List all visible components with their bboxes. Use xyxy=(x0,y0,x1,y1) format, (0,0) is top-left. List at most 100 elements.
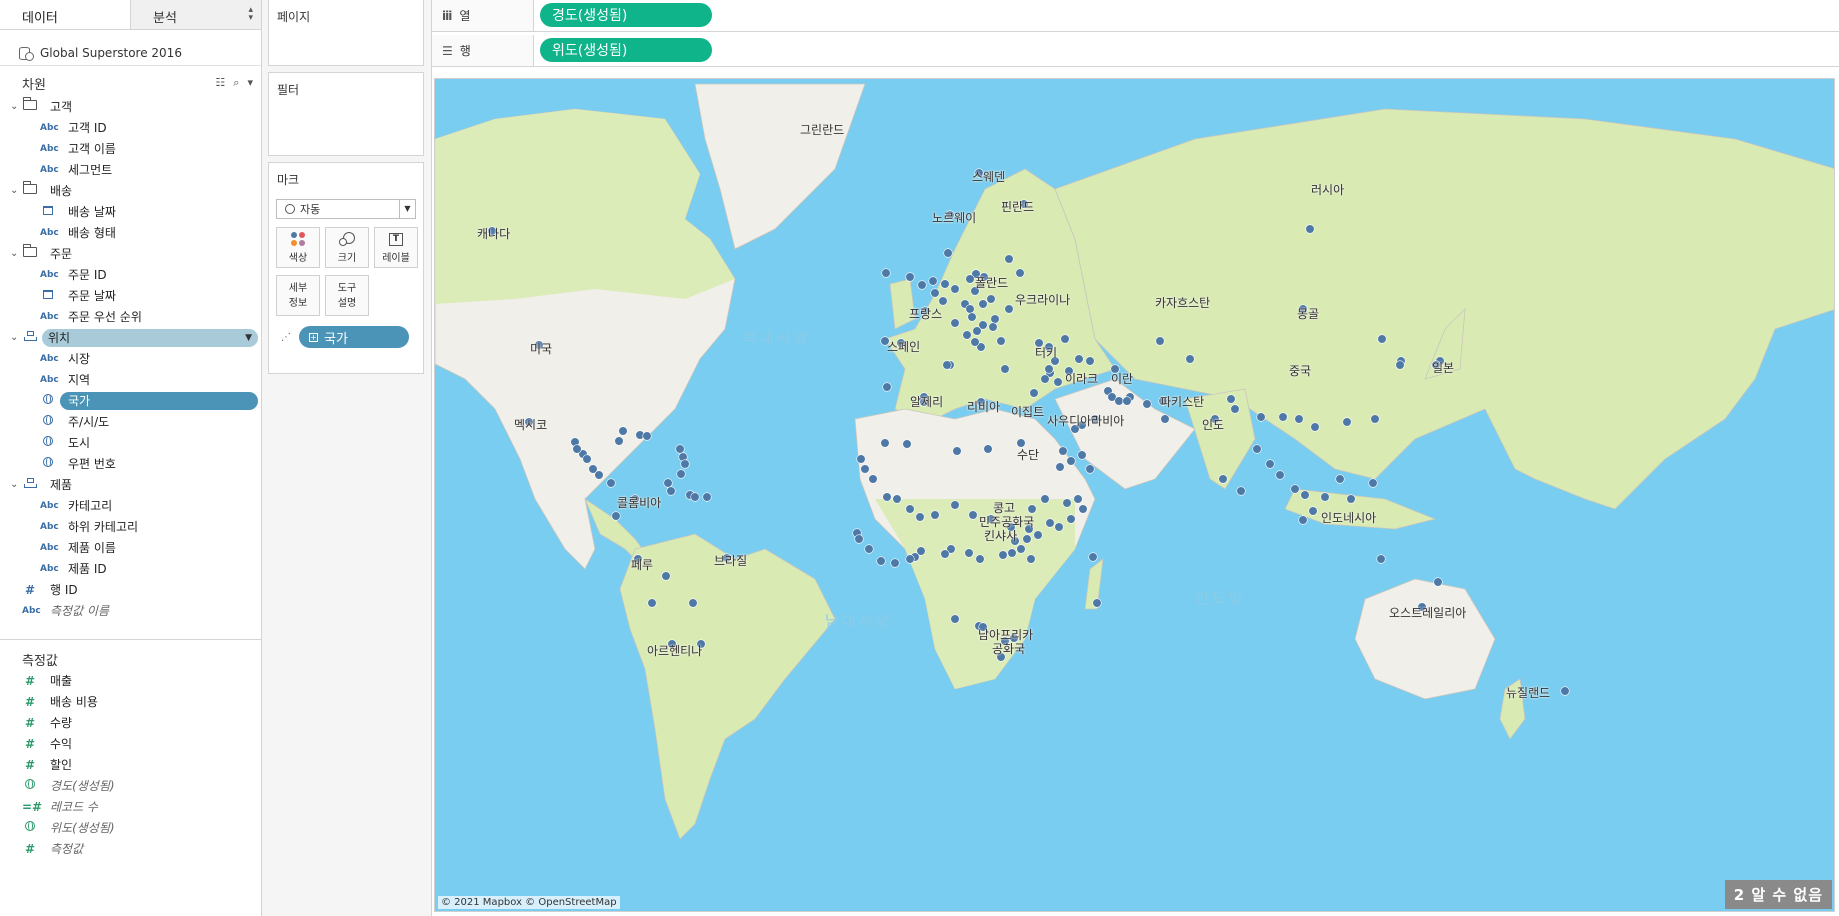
country-mark[interactable] xyxy=(572,444,582,454)
country-mark[interactable] xyxy=(1185,354,1195,364)
country-mark[interactable] xyxy=(1066,514,1076,524)
country-mark[interactable] xyxy=(915,512,925,522)
dimension-field[interactable]: 주문 날짜 xyxy=(0,285,261,306)
country-mark[interactable] xyxy=(938,296,948,306)
country-mark[interactable] xyxy=(1004,304,1014,314)
country-mark[interactable] xyxy=(1092,598,1102,608)
chevron-down-icon[interactable]: ⌄ xyxy=(10,185,20,196)
country-mark[interactable] xyxy=(1026,554,1036,564)
country-mark[interactable] xyxy=(950,284,960,294)
map-view[interactable]: 그린란드 캐나다 미국 멕시코 콜롬비아 페루 브라질 아르헨티나 스웨덴 노르… xyxy=(434,78,1835,912)
country-mark[interactable] xyxy=(905,554,915,564)
country-mark[interactable] xyxy=(582,454,592,464)
country-mark[interactable] xyxy=(1022,534,1032,544)
longitude-pill[interactable]: 경도(생성됨) xyxy=(540,3,712,27)
country-mark[interactable] xyxy=(952,446,962,456)
country-mark[interactable] xyxy=(690,492,700,502)
measure-field[interactable]: 위도(생성됨) xyxy=(0,817,261,838)
country-mark[interactable] xyxy=(970,337,980,347)
country-mark[interactable] xyxy=(930,288,940,298)
dimension-field[interactable]: Abc 하위 카테고리 xyxy=(0,516,261,537)
country-mark[interactable] xyxy=(880,438,890,448)
dimension-folder[interactable]: ⌄ 배송 xyxy=(0,180,261,201)
country-mark[interactable] xyxy=(1045,518,1055,528)
country-mark[interactable] xyxy=(614,436,624,446)
country-mark[interactable] xyxy=(1058,446,1068,456)
country-mark[interactable] xyxy=(1305,224,1315,234)
country-mark[interactable] xyxy=(688,598,698,608)
dimension-field-selected[interactable]: 국가 xyxy=(0,390,261,411)
country-mark[interactable] xyxy=(868,474,878,484)
country-mark[interactable] xyxy=(1085,464,1095,474)
country-mark[interactable] xyxy=(1053,377,1063,387)
pages-card[interactable]: 페이지 xyxy=(268,0,424,66)
dimension-field[interactable]: Abc 시장 xyxy=(0,348,261,369)
country-mark[interactable] xyxy=(962,330,972,340)
country-mark[interactable] xyxy=(1256,412,1266,422)
dimension-field[interactable]: Abc 카테고리 xyxy=(0,495,261,516)
country-mark[interactable] xyxy=(996,336,1006,346)
country-mark[interactable] xyxy=(882,382,892,392)
tab-analysis[interactable]: 분석 ▴ ▾ xyxy=(130,0,261,29)
country-mark[interactable] xyxy=(1290,484,1300,494)
country-mark[interactable] xyxy=(676,469,686,479)
country-mark[interactable] xyxy=(1377,334,1387,344)
country-mark[interactable] xyxy=(1335,474,1345,484)
country-mark[interactable] xyxy=(647,598,657,608)
country-mark[interactable] xyxy=(1016,544,1026,554)
country-mark[interactable] xyxy=(917,280,927,290)
country-mark[interactable] xyxy=(1114,396,1124,406)
country-mark[interactable] xyxy=(942,360,952,370)
color-button[interactable]: 색상 xyxy=(276,227,320,268)
country-mark[interactable] xyxy=(1027,504,1037,514)
country-mark[interactable] xyxy=(663,478,673,488)
country-mark[interactable] xyxy=(642,431,652,441)
country-mark[interactable] xyxy=(1122,396,1132,406)
tooltip-button[interactable]: 도구 설명 xyxy=(325,275,369,316)
country-mark[interactable] xyxy=(882,492,892,502)
country-mark[interactable] xyxy=(680,459,690,469)
dimension-field[interactable]: Abc 제품 ID xyxy=(0,558,261,579)
country-mark[interactable] xyxy=(1040,374,1050,384)
country-mark[interactable] xyxy=(675,444,685,454)
country-mark[interactable] xyxy=(611,511,621,521)
country-mark[interactable] xyxy=(661,571,671,581)
country-mark[interactable] xyxy=(606,478,616,488)
country-mark[interactable] xyxy=(990,314,1000,324)
country-mark[interactable] xyxy=(1029,388,1039,398)
country-detail-pill[interactable]: + 국가 xyxy=(299,326,409,348)
country-mark[interactable] xyxy=(978,299,988,309)
search-icon[interactable]: ⌕ xyxy=(233,76,239,90)
tab-data[interactable]: 데이터 xyxy=(0,0,130,29)
country-mark[interactable] xyxy=(928,276,938,286)
country-mark[interactable] xyxy=(1066,456,1076,466)
country-mark[interactable] xyxy=(881,268,891,278)
country-mark[interactable] xyxy=(940,279,950,289)
country-mark[interactable] xyxy=(1073,494,1083,504)
measure-field[interactable]: # 할인 xyxy=(0,754,261,775)
dimension-field[interactable]: Abc 고객 ID xyxy=(0,117,261,138)
country-mark[interactable] xyxy=(890,558,900,568)
country-mark[interactable] xyxy=(1015,268,1025,278)
chevron-down-icon[interactable]: ⌄ xyxy=(10,479,20,490)
country-mark[interactable] xyxy=(940,549,950,559)
country-mark[interactable] xyxy=(1054,522,1064,532)
country-mark[interactable] xyxy=(1265,459,1275,469)
country-mark[interactable] xyxy=(892,494,902,504)
label-button[interactable]: T 레이블 xyxy=(374,227,418,268)
country-mark[interactable] xyxy=(1000,364,1010,374)
dimension-field[interactable]: Abc 배송 형태 xyxy=(0,222,261,243)
filters-card[interactable]: 필터 xyxy=(268,72,424,156)
dimension-field[interactable]: Abc 고객 이름 xyxy=(0,138,261,159)
country-mark[interactable] xyxy=(950,500,960,510)
country-mark[interactable] xyxy=(1320,492,1330,502)
country-mark[interactable] xyxy=(1560,686,1570,696)
country-mark[interactable] xyxy=(967,312,977,322)
dimension-field[interactable]: 배송 날짜 xyxy=(0,201,261,222)
country-mark[interactable] xyxy=(1300,490,1310,500)
country-mark[interactable] xyxy=(1033,530,1043,540)
dimension-field[interactable]: Abc 측정값 이름 xyxy=(0,600,261,621)
measure-field[interactable]: =# 레코드 수 xyxy=(0,796,261,817)
unknown-indicator[interactable]: 2 알 수 없음 xyxy=(1724,880,1832,909)
expand-plus-icon[interactable]: + xyxy=(309,332,318,342)
